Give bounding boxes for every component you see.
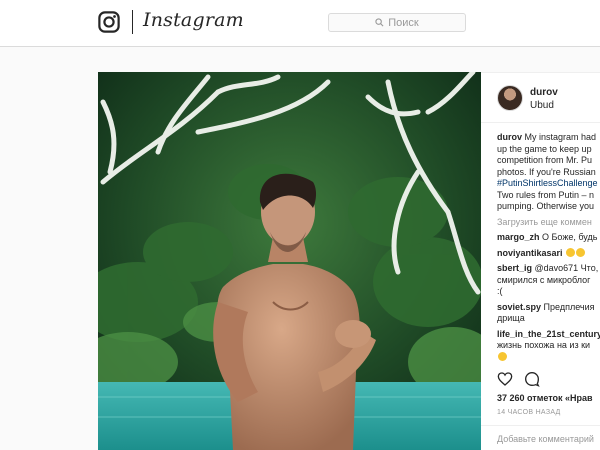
comment: noviyantikasari xyxy=(497,247,600,260)
caption-line-4: photos. If you're Russian xyxy=(497,166,596,177)
comment-emoji-line xyxy=(497,351,600,364)
logo-divider xyxy=(132,10,133,34)
post-username[interactable]: durov xyxy=(530,87,558,98)
load-more-comments-link[interactable]: Загрузить еще коммен xyxy=(497,217,600,229)
post-timestamp[interactable]: 14 ЧАСОВ НАЗАД xyxy=(497,409,561,416)
caption-hashtag[interactable]: #PutinShirtlessChallenge xyxy=(497,178,600,190)
add-comment-field[interactable]: Добавьте комментарий xyxy=(481,425,600,450)
search-icon xyxy=(375,18,384,27)
likes-count[interactable]: 37 260 отметок «Нрав xyxy=(497,393,593,403)
post-actions xyxy=(497,371,540,387)
comment-text: @davo671 Что, xyxy=(532,263,599,273)
caption-line-2: up the game to keep up xyxy=(497,143,592,154)
avatar[interactable] xyxy=(497,85,523,111)
comment-text-continued: дрища xyxy=(497,313,525,323)
post-photo[interactable] xyxy=(98,72,481,450)
caption-line-6: pumping. Otherwise you xyxy=(497,201,595,211)
comment-username[interactable]: soviet.spy xyxy=(497,302,541,312)
caption-line-3: competition from Mr. Pu xyxy=(497,155,593,165)
comment-username[interactable]: life_in_the_21st_century xyxy=(497,329,600,339)
comment-text: О Боже, будь xyxy=(539,232,598,242)
comment-text-continued: смирился с микроблог xyxy=(497,274,591,285)
instagram-wordmark[interactable]: Instagram xyxy=(143,9,244,31)
comment-text xyxy=(563,248,566,258)
post-sidebar: durov Ubud durov My instagram had up the… xyxy=(481,72,600,450)
top-navigation-bar: Instagram Поиск xyxy=(0,0,600,47)
comment-username[interactable]: noviyantikasari xyxy=(497,248,563,258)
caption: durov My instagram had xyxy=(497,132,600,144)
comment-text-continued: :( xyxy=(497,286,503,296)
add-comment-placeholder: Добавьте комментарий xyxy=(497,434,594,444)
grinning-emoji-icon xyxy=(498,351,507,361)
comment: life_in_the_21st_century xyxy=(497,329,600,341)
post-photo-image xyxy=(98,72,481,450)
caption-username[interactable]: durov xyxy=(497,132,522,142)
heart-icon[interactable] xyxy=(497,371,513,387)
comment-bubble-icon[interactable] xyxy=(524,371,540,387)
comments-list: durov My instagram had up the game to ke… xyxy=(497,132,600,363)
comment-username[interactable]: sbert_ig xyxy=(497,263,532,273)
caption-line-1: My instagram had xyxy=(522,132,597,142)
comment-username[interactable]: margo_zh xyxy=(497,232,540,242)
comment-text-continued: жизнь похожа на из ки xyxy=(497,340,591,350)
comment: sbert_ig @davo671 Что, xyxy=(497,263,600,275)
post-location[interactable]: Ubud xyxy=(530,100,554,111)
grinning-emoji-icon xyxy=(566,247,576,257)
instagram-camera-icon[interactable] xyxy=(98,11,120,33)
post-header: durov Ubud xyxy=(481,73,600,123)
comment: margo_zh О Боже, будь xyxy=(497,232,600,244)
caption-line-5: Two rules from Putin – n xyxy=(497,189,595,200)
comment: soviet.spy Предплечия xyxy=(497,302,600,314)
grinning-emoji-icon xyxy=(576,247,586,257)
search-input[interactable]: Поиск xyxy=(328,13,466,32)
search-placeholder: Поиск xyxy=(388,16,419,29)
comment-text: Предплечия xyxy=(541,301,595,312)
